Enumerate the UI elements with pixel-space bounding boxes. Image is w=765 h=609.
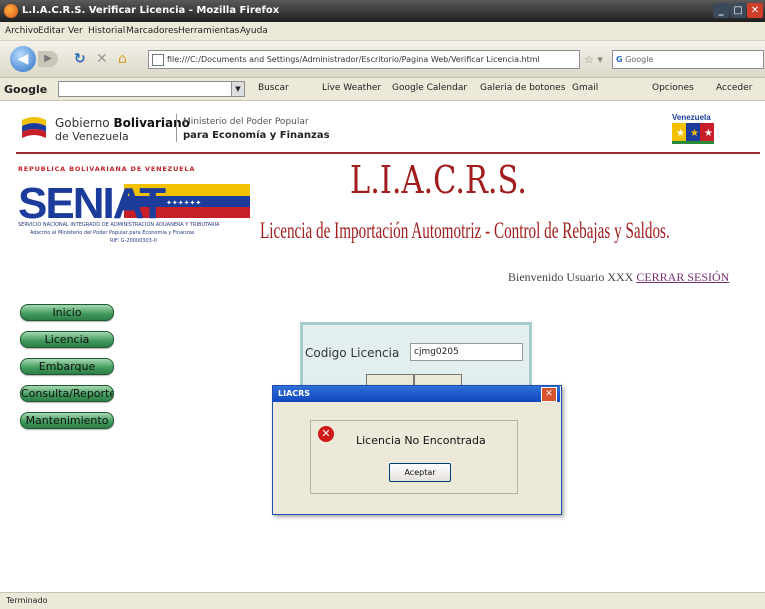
- logout-link[interactable]: CERRAR SESIÓN: [636, 270, 729, 284]
- status-text: Terminado: [6, 596, 48, 605]
- ministerio-line2: para Economía y Finanzas: [183, 130, 330, 141]
- welcome-bar: Bienvenido Usuario XXX CERRAR SESIÓN: [508, 270, 729, 285]
- header-rule: [16, 152, 760, 154]
- venezuela-logo: Venezuela ★ ★ ★: [672, 113, 714, 144]
- minimize-button[interactable]: _: [713, 3, 729, 18]
- app-title: L.I.A.C.R.S.: [350, 158, 527, 202]
- svg-text:SENIAT: SENIAT: [18, 179, 166, 224]
- page-favicon-icon: [152, 53, 164, 66]
- dialog-titlebar: LIACRS: [273, 386, 560, 402]
- menu-licencia-button[interactable]: Licencia: [20, 331, 114, 348]
- seniat-rif: RIF: G-20000303-0: [110, 238, 157, 244]
- dialog-close-icon[interactable]: ✕: [541, 387, 557, 402]
- url-text: file:///C:/Documents and Settings/Admini…: [167, 55, 540, 64]
- toolbar-live-weather[interactable]: Live Weather: [322, 83, 381, 93]
- svg-text:Venezuela: Venezuela: [672, 113, 711, 122]
- seniat-adscrito: Adscrito al Ministerio del Poder Popular…: [30, 230, 195, 236]
- navigation-toolbar: ◀ ▶ ↻ ✕ ⌂ file:///C:/Documents and Setti…: [0, 41, 765, 78]
- ministerio-line1: Ministerio del Poder Popular: [183, 117, 309, 127]
- firefox-icon: [4, 4, 18, 18]
- menu-consulta-reporte-button[interactable]: Consulta/Reporte: [20, 385, 114, 402]
- menu-ayuda[interactable]: Ayuda: [240, 26, 268, 36]
- url-bar[interactable]: file:///C:/Documents and Settings/Admini…: [148, 50, 580, 69]
- error-icon: ✕: [318, 426, 334, 442]
- toolbar-google-calendar[interactable]: Google Calendar: [392, 83, 467, 93]
- google-logo: Google: [4, 83, 48, 96]
- svg-text:★: ★: [690, 128, 699, 139]
- search-input[interactable]: G Google: [612, 50, 764, 69]
- toolbar-gmail[interactable]: Gmail: [572, 83, 598, 93]
- codigo-licencia-label: Codigo Licencia: [305, 346, 400, 360]
- menu-embarque-button[interactable]: Embarque: [20, 358, 114, 375]
- search-placeholder: Google: [625, 55, 654, 64]
- stop-icon[interactable]: ✕: [96, 52, 108, 66]
- seniat-logo: ✦✦✦✦✦✦ SENIAT: [18, 179, 250, 224]
- menu-historial[interactable]: Historial: [88, 26, 125, 36]
- svg-text:✦✦✦✦✦✦: ✦✦✦✦✦✦: [166, 199, 201, 207]
- toolbar-opciones[interactable]: Opciones: [652, 83, 694, 93]
- menu-editar[interactable]: Editar: [38, 26, 65, 36]
- svg-text:★: ★: [676, 128, 685, 139]
- back-arrow-icon[interactable]: ◀: [10, 46, 36, 72]
- bookmark-star-icon[interactable]: ☆ ▾: [584, 53, 603, 67]
- forward-arrow-icon[interactable]: ▶: [38, 51, 58, 67]
- header-divider: [176, 114, 177, 142]
- menu-inicio-button[interactable]: Inicio: [20, 304, 114, 321]
- seniat-description: SERVICIO NACIONAL INTEGRADO DE ADMINISTR…: [18, 222, 220, 228]
- codigo-licencia-input[interactable]: cjmg0205: [410, 343, 523, 361]
- toolbar-acceder[interactable]: Acceder: [716, 83, 752, 93]
- google-toolbar-dropdown[interactable]: ▼: [231, 81, 245, 97]
- status-bar: Terminado: [0, 592, 765, 609]
- menu-mantenimiento-button[interactable]: Mantenimiento: [20, 412, 114, 429]
- google-toolbar-input[interactable]: [58, 81, 232, 97]
- reload-icon[interactable]: ↻: [74, 52, 86, 66]
- window-title: L.I.A.C.R.S. Verificar Licencia - Mozill…: [22, 5, 280, 16]
- google-g-icon: G: [616, 55, 623, 64]
- welcome-text: Bienvenido Usuario XXX: [508, 270, 637, 284]
- menu-marcadores[interactable]: Marcadores: [126, 26, 178, 36]
- accept-button[interactable]: Aceptar: [389, 463, 451, 482]
- dialog-message: Licencia No Encontrada: [356, 434, 486, 447]
- close-window-button[interactable]: ✕: [747, 3, 763, 18]
- gobierno-line1: Gobierno Bolivariano: [55, 116, 190, 130]
- venezuela-flag-icon: [22, 117, 46, 138]
- svg-text:★: ★: [704, 128, 713, 139]
- window-titlebar: L.I.A.C.R.S. Verificar Licencia - Mozill…: [0, 0, 765, 22]
- app-subtitle: Licencia de Importación Automotriz - Con…: [260, 218, 670, 243]
- gobierno-line2: de Venezuela: [55, 130, 129, 143]
- menu-herramientas[interactable]: Herramientas: [178, 26, 239, 36]
- toolbar-buscar[interactable]: Buscar: [258, 83, 289, 93]
- menu-archivo[interactable]: Archivo: [5, 26, 39, 36]
- google-toolbar: Google ▼ Buscar Live Weather Google Cale…: [0, 78, 765, 101]
- menu-bar: Archivo Editar Ver Historial Marcadores …: [0, 22, 765, 41]
- maximize-button[interactable]: □: [730, 3, 746, 18]
- dialog-title: LIACRS: [278, 389, 311, 398]
- dialog-content-frame: [310, 420, 518, 494]
- home-icon[interactable]: ⌂: [118, 52, 127, 66]
- toolbar-galeria[interactable]: Galeria de botones: [480, 83, 565, 93]
- menu-ver[interactable]: Ver: [68, 26, 83, 36]
